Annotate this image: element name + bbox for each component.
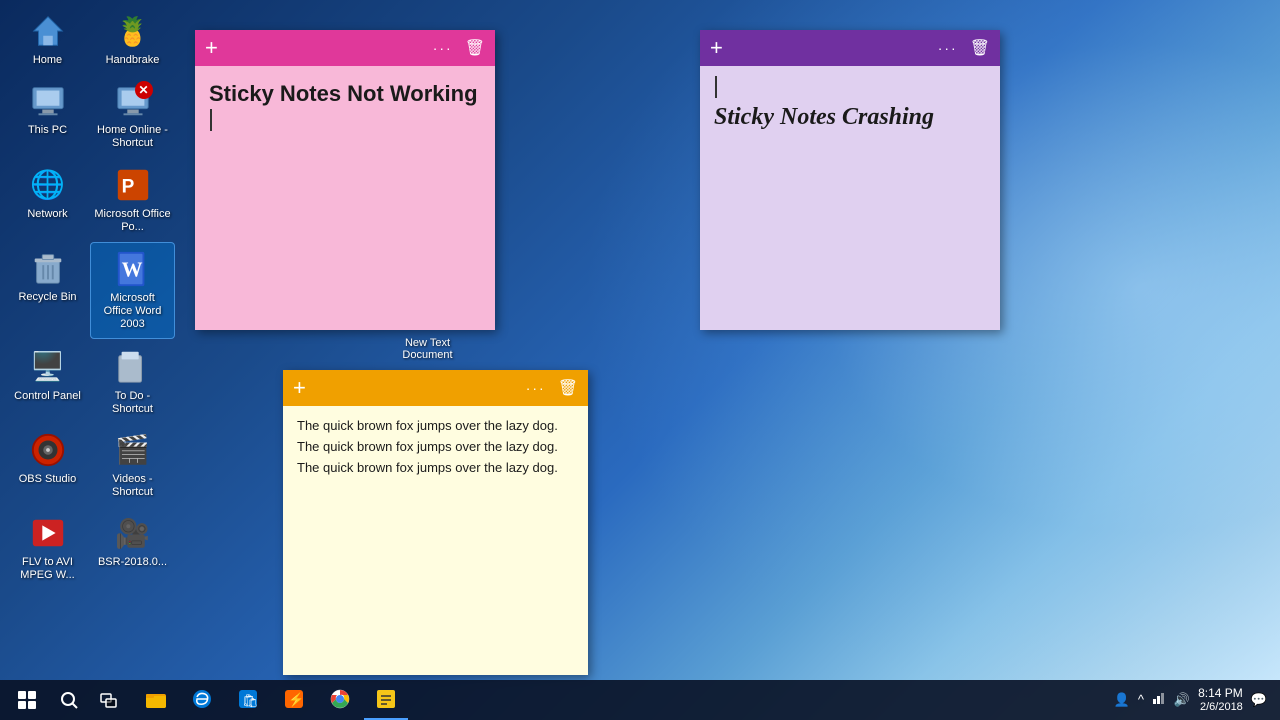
desktop-icon-to-do[interactable]: To Do - Shortcut — [90, 341, 175, 422]
desktop-icon-bsr[interactable]: 🎥 BSR-2018.0... — [90, 507, 175, 588]
tray-network-icon[interactable] — [1152, 691, 1166, 708]
windows-logo-icon — [18, 691, 36, 709]
sticky-note-yellow-body[interactable]: The quick brown fox jumps over the lazy … — [283, 406, 588, 675]
desktop-icon-ms-office-po[interactable]: P Microsoft Office Po... — [90, 159, 175, 240]
sticky-note-yellow-header: + ··· 🗑 — [283, 370, 588, 406]
desktop-icon-flv-mpeg[interactable]: FLV to AVI MPEG W... — [5, 507, 90, 588]
sticky-note-pink-body[interactable]: Sticky Notes Not Working — [195, 66, 495, 330]
desktop-icon-home-online-label: Home Online - Shortcut — [94, 124, 171, 150]
tray-notification-icon[interactable]: 💬 — [1251, 692, 1267, 708]
desktop-icon-recycle-bin[interactable]: Recycle Bin — [5, 242, 90, 339]
sticky-note-yellow-more-btn[interactable]: ··· — [526, 380, 546, 396]
desktop-icon-network[interactable]: 🌐 Network — [5, 159, 90, 240]
taskbar-file-explorer[interactable] — [134, 680, 178, 720]
sticky-note-yellow[interactable]: + ··· 🗑 The quick brown fox jumps over t… — [283, 370, 588, 675]
system-tray: 👤 ^ 🔊 8:14 PM 2/6/2018 💬 — [1114, 686, 1275, 714]
sticky-note-purple-header: + ··· 🗑 — [700, 30, 1000, 66]
sticky-note-pink-add-btn[interactable]: + — [205, 37, 218, 59]
sticky-note-yellow-delete-btn[interactable]: 🗑 — [558, 378, 578, 398]
desktop-icon-videos[interactable]: 🎬 Videos - Shortcut — [90, 424, 175, 505]
desktop-icon-recycle-bin-label: Recycle Bin — [18, 291, 76, 304]
sticky-note-purple-body[interactable]: Sticky Notes Crashing — [700, 66, 1000, 330]
sticky-note-yellow-text: The quick brown fox jumps over the lazy … — [297, 416, 574, 478]
start-button[interactable] — [5, 680, 49, 720]
desktop-icon-home-online[interactable]: ✕ Home Online - Shortcut — [90, 75, 175, 156]
task-view-button[interactable] — [89, 680, 129, 720]
taskbar-store[interactable]: 🛍 — [226, 680, 270, 720]
sticky-note-purple-add-btn[interactable]: + — [710, 37, 723, 59]
desktop-icon-home[interactable]: Home — [5, 5, 90, 73]
sticky-note-purple-more-btn[interactable]: ··· — [938, 40, 958, 56]
tray-volume-icon[interactable]: 🔊 — [1174, 692, 1190, 708]
desktop-icon-to-do-label: To Do - Shortcut — [94, 390, 171, 416]
cursor-pink — [210, 109, 212, 131]
clock-date: 2/6/2018 — [1198, 701, 1243, 714]
sticky-note-pink-header: + ··· 🗑 — [195, 30, 495, 66]
desktop-icon-this-pc[interactable]: This PC — [5, 75, 90, 156]
system-clock[interactable]: 8:14 PM 2/6/2018 — [1198, 686, 1243, 714]
desktop-icon-ms-office-po-label: Microsoft Office Po... — [94, 208, 171, 234]
sticky-note-pink-title: Sticky Notes Not Working — [209, 80, 481, 109]
desktop-icon-flv-mpeg-label: FLV to AVI MPEG W... — [9, 556, 86, 582]
sticky-note-purple-title: Sticky Notes Crashing — [714, 104, 986, 131]
desktop-icon-ms-word[interactable]: W Microsoft Office Word 2003 — [90, 242, 175, 339]
svg-text:🛍: 🛍 — [242, 693, 259, 708]
taskbar-apps: 🛍 ⚡ — [134, 680, 408, 720]
desktop: Home 🍍 Handbrake This PC — [0, 0, 1280, 720]
store-icon: 🛍 — [237, 688, 259, 710]
svg-text:P: P — [121, 176, 134, 197]
svg-text:W: W — [121, 258, 142, 282]
desktop-icon-network-label: Network — [27, 208, 67, 221]
edge-icon — [191, 688, 213, 710]
desktop-icons-grid: Home 🍍 Handbrake This PC — [5, 5, 175, 591]
sticky-note-purple-delete-btn[interactable]: 🗑 — [970, 38, 990, 58]
taskbar-flashpoint[interactable]: ⚡ — [272, 680, 316, 720]
desktop-icon-videos-label: Videos - Shortcut — [94, 473, 171, 499]
sticky-note-pink[interactable]: + ··· 🗑 Sticky Notes Not Working — [195, 30, 495, 330]
flashpoint-icon: ⚡ — [283, 688, 305, 710]
desktop-icon-this-pc-label: This PC — [28, 124, 67, 137]
sticky-note-purple[interactable]: + ··· 🗑 Sticky Notes Crashing — [700, 30, 1000, 330]
desktop-icon-control-panel[interactable]: 🖥️ Control Panel — [5, 341, 90, 422]
taskbar-sticky-notes[interactable] — [364, 680, 408, 720]
desktop-icon-bsr-label: BSR-2018.0... — [98, 556, 167, 569]
desktop-icon-obs-studio-label: OBS Studio — [19, 473, 76, 486]
new-text-document-label: New Text Document — [395, 337, 460, 361]
svg-text:⚡: ⚡ — [288, 692, 304, 708]
search-icon — [60, 691, 78, 709]
tray-chevron-icon[interactable]: ^ — [1138, 692, 1144, 707]
desktop-icon-handbrake[interactable]: 🍍 Handbrake — [90, 5, 175, 73]
tray-people-icon[interactable]: 👤 — [1114, 692, 1130, 708]
chrome-icon — [329, 688, 351, 710]
cursor-purple — [715, 76, 717, 98]
desktop-icon-handbrake-label: Handbrake — [106, 54, 160, 67]
taskbar-edge[interactable] — [180, 680, 224, 720]
sticky-notes-icon — [375, 688, 397, 710]
sticky-note-yellow-add-btn[interactable]: + — [293, 377, 306, 399]
sticky-note-pink-delete-btn[interactable]: 🗑 — [465, 38, 485, 58]
search-button[interactable] — [49, 680, 89, 720]
file-explorer-icon — [145, 688, 167, 710]
sticky-note-pink-more-btn[interactable]: ··· — [433, 40, 453, 56]
desktop-icon-home-label: Home — [33, 54, 62, 67]
task-view-icon — [100, 691, 118, 709]
desktop-icon-obs-studio[interactable]: OBS Studio — [5, 424, 90, 505]
desktop-icon-control-panel-label: Control Panel — [14, 390, 81, 403]
desktop-icon-ms-word-label: Microsoft Office Word 2003 — [95, 292, 170, 332]
taskbar: 🛍 ⚡ — [0, 680, 1280, 720]
taskbar-chrome[interactable] — [318, 680, 362, 720]
clock-time: 8:14 PM — [1198, 686, 1243, 700]
